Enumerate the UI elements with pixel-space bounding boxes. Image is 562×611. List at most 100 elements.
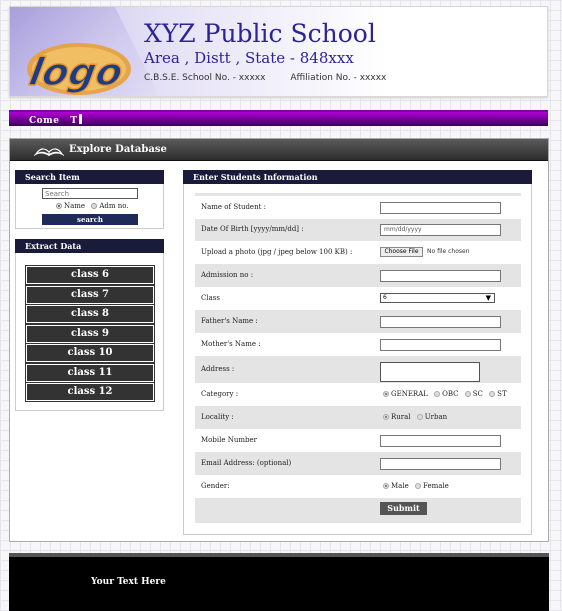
gender-female[interactable]: Female bbox=[414, 482, 449, 490]
radio-icon[interactable] bbox=[416, 414, 423, 420]
locality-urban-label: Urban bbox=[424, 413, 448, 421]
site-footer: Your Text Here bbox=[9, 553, 549, 611]
radio-icon[interactable] bbox=[414, 483, 421, 489]
mother-name-input[interactable] bbox=[380, 339, 501, 351]
form-row-photo: Upload a photo (jpg / jpeg below 100 KB)… bbox=[195, 241, 521, 264]
radio-icon[interactable] bbox=[489, 391, 496, 397]
form-row-class: Class 6 ▼ bbox=[195, 287, 521, 310]
form-row-locality: Locality : Rural Urban bbox=[195, 406, 521, 429]
email-input[interactable] bbox=[380, 458, 501, 470]
search-option-name-label: Name bbox=[64, 202, 86, 210]
search-panel-title: Search Item bbox=[15, 170, 164, 184]
form-row-email: Email Address: (optional) bbox=[195, 452, 521, 475]
dob-input[interactable]: mm/dd/yyyy bbox=[380, 224, 501, 236]
student-name-input[interactable] bbox=[380, 202, 501, 214]
mobile-input[interactable] bbox=[380, 435, 501, 447]
explore-database-title: Explore Database bbox=[69, 144, 167, 155]
category-general-label: GENERAL bbox=[391, 390, 428, 398]
radio-icon[interactable] bbox=[464, 391, 471, 397]
school-name: XYZ Public School bbox=[144, 19, 376, 48]
gender-male-label: Male bbox=[391, 482, 409, 490]
class-7-button[interactable]: class 7 bbox=[25, 285, 155, 305]
father-label: Father's Name : bbox=[201, 317, 258, 325]
search-panel: Name Adm no. search bbox=[15, 184, 164, 229]
dob-label: Date Of Birth [yyyy/mm/dd] : bbox=[201, 225, 304, 233]
radio-icon[interactable] bbox=[91, 203, 98, 209]
locality-options: Rural Urban bbox=[383, 413, 447, 421]
form-row-address: Address : bbox=[195, 356, 521, 383]
search-type-options: Name Adm no. bbox=[56, 202, 129, 210]
affiliation-number: Affiliation No. - xxxxx bbox=[290, 73, 387, 83]
form-row-admission: Admission no : bbox=[195, 264, 521, 287]
class-select-value: 6 bbox=[383, 294, 387, 301]
class-6-button[interactable]: class 6 bbox=[25, 265, 155, 285]
father-name-input[interactable] bbox=[380, 316, 501, 328]
category-st-label: ST bbox=[497, 390, 507, 398]
admission-label: Admission no : bbox=[201, 271, 254, 279]
footer-text: Your Text Here bbox=[91, 577, 166, 587]
mobile-label: Mobile Number bbox=[201, 436, 257, 444]
category-label: Category : bbox=[201, 390, 239, 398]
gender-male[interactable]: Male bbox=[383, 482, 409, 490]
dropdown-arrow-icon: ▼ bbox=[485, 294, 491, 302]
form-row-gender: Gender: Male Female bbox=[195, 475, 521, 498]
radio-icon[interactable] bbox=[383, 391, 389, 397]
marquee-text: Come T bbox=[29, 114, 82, 126]
student-form-panel: Name of Student : Date Of Birth [yyyy/mm… bbox=[183, 184, 532, 535]
class-label: Class bbox=[201, 294, 220, 302]
radio-icon[interactable] bbox=[383, 483, 389, 489]
school-logo: logo bbox=[25, 43, 131, 96]
file-status: No file chosen bbox=[427, 248, 470, 255]
gender-options: Male Female bbox=[383, 482, 449, 490]
radio-icon[interactable] bbox=[383, 414, 389, 420]
choose-file-button[interactable]: Choose File bbox=[380, 247, 423, 257]
locality-rural[interactable]: Rural bbox=[383, 413, 411, 421]
student-form: Name of Student : Date Of Birth [yyyy/mm… bbox=[195, 193, 521, 523]
category-general[interactable]: GENERAL bbox=[383, 390, 428, 398]
category-st[interactable]: ST bbox=[489, 390, 507, 398]
cursor-icon bbox=[78, 114, 82, 124]
marquee-label: Come T bbox=[29, 116, 78, 126]
class-8-button[interactable]: class 8 bbox=[25, 304, 155, 324]
extract-panel-title: Extract Data bbox=[15, 239, 164, 253]
form-row-name: Name of Student : bbox=[195, 196, 521, 219]
open-book-icon bbox=[34, 148, 64, 156]
form-panel-title: Enter Students Information bbox=[183, 170, 532, 184]
form-row-father: Father's Name : bbox=[195, 310, 521, 333]
radio-icon[interactable] bbox=[56, 203, 62, 209]
gender-female-label: Female bbox=[422, 482, 449, 490]
locality-label: Locality : bbox=[201, 413, 234, 421]
class-10-button[interactable]: class 10 bbox=[25, 343, 155, 363]
submit-button[interactable]: Submit bbox=[380, 502, 427, 515]
category-obc[interactable]: OBC bbox=[434, 390, 459, 398]
svg-text:logo: logo bbox=[26, 50, 126, 95]
search-input[interactable] bbox=[42, 188, 138, 199]
extract-panel: class 6 class 7 class 8 class 9 class 10… bbox=[15, 253, 164, 411]
address-textarea[interactable] bbox=[380, 362, 480, 382]
form-row-mobile: Mobile Number bbox=[195, 429, 521, 452]
class-9-button[interactable]: class 9 bbox=[25, 324, 155, 344]
gender-label: Gender: bbox=[201, 482, 230, 490]
search-option-name[interactable]: Name bbox=[56, 202, 85, 210]
marquee-bar: Come T bbox=[9, 110, 548, 126]
explore-database-header: Explore Database bbox=[10, 139, 548, 161]
category-obc-label: OBC bbox=[442, 390, 459, 398]
category-sc[interactable]: SC bbox=[464, 390, 483, 398]
site-header: logo XYZ Public School Area , Distt , St… bbox=[9, 6, 548, 97]
school-address: Area , Distt , State - 848xxx bbox=[144, 49, 354, 67]
radio-icon[interactable] bbox=[434, 391, 441, 397]
class-11-button[interactable]: class 11 bbox=[25, 363, 155, 383]
class-12-button[interactable]: class 12 bbox=[25, 382, 155, 402]
search-option-adm[interactable]: Adm no. bbox=[91, 202, 129, 210]
mother-label: Mother's Name : bbox=[201, 340, 261, 348]
locality-urban[interactable]: Urban bbox=[416, 413, 448, 421]
form-row-category: Category : GENERAL OBC SC ST bbox=[195, 383, 521, 406]
search-option-adm-label: Adm no. bbox=[99, 202, 129, 210]
category-options: GENERAL OBC SC ST bbox=[383, 390, 507, 398]
name-label: Name of Student : bbox=[201, 203, 266, 211]
email-label: Email Address: (optional) bbox=[201, 459, 292, 467]
search-button[interactable]: search bbox=[42, 214, 138, 225]
admission-input[interactable] bbox=[380, 270, 501, 282]
class-select[interactable]: 6 ▼ bbox=[380, 293, 495, 303]
cbse-number: C.B.S.E. School No. - xxxxx bbox=[144, 73, 266, 83]
